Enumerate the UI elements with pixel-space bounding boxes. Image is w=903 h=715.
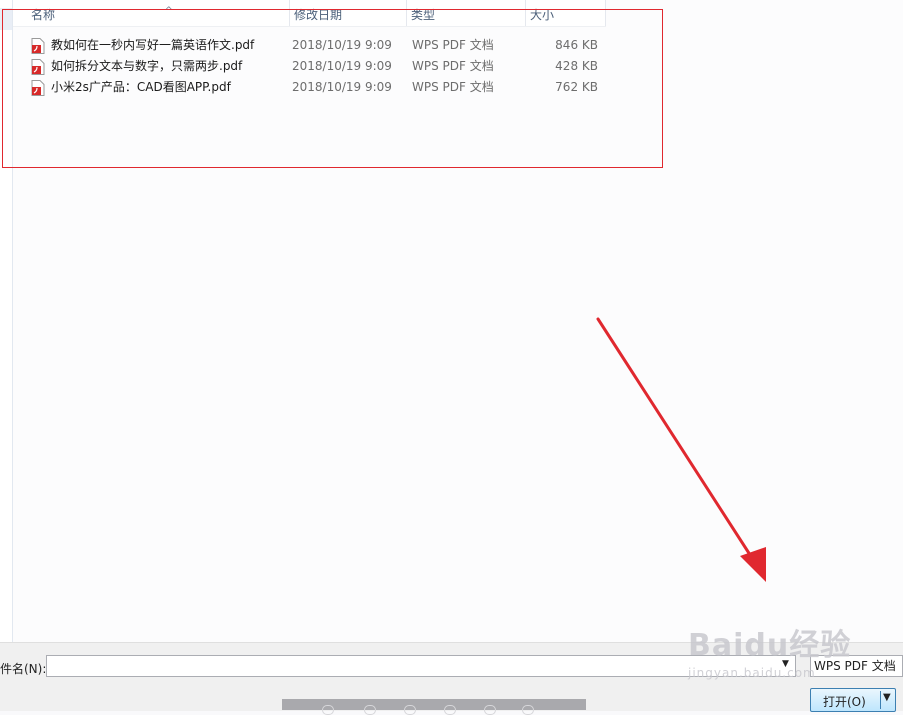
pdf-file-icon [31, 38, 45, 54]
column-name-label: 名称 [31, 8, 56, 22]
filename-input[interactable] [46, 655, 796, 677]
column-header-date[interactable]: 修改日期 [290, 0, 407, 26]
taskbar-fragment [282, 699, 586, 715]
taskbar-icon[interactable] [404, 705, 416, 715]
file-row[interactable]: 如何拆分文本与数字，只需两步.pdf 2018/10/19 9:09 WPS P… [13, 56, 606, 77]
column-header-row: 名称 ^ 修改日期 类型 大小 [13, 0, 606, 27]
file-date: 2018/10/19 9:09 [292, 80, 392, 94]
file-row[interactable]: 教如何在一秒内写好一篇英语作文.pdf 2018/10/19 9:09 WPS … [13, 35, 606, 56]
pdf-file-icon [31, 80, 45, 96]
open-button-divider [880, 691, 881, 709]
open-button[interactable]: 打开(O) ▼ [810, 688, 896, 712]
chevron-down-icon[interactable]: ▼ [782, 659, 789, 669]
filename-label: 件名(N): [0, 662, 47, 676]
open-button-label: 打开(O) [823, 695, 866, 709]
file-row[interactable]: 小米2s广产品：CAD看图APP.pdf 2018/10/19 9:09 WPS… [13, 77, 606, 98]
file-type: WPS PDF 文档 [412, 38, 494, 52]
file-name: 如何拆分文本与数字，只需两步.pdf [51, 59, 243, 73]
file-size: 846 KB [555, 38, 598, 52]
taskbar-icon[interactable] [484, 705, 496, 715]
taskbar-icon[interactable] [322, 705, 334, 715]
file-size: 428 KB [555, 59, 598, 73]
open-dropdown-icon[interactable]: ▼ [883, 692, 891, 703]
file-type: WPS PDF 文档 [412, 59, 494, 73]
file-list-pane[interactable]: 名称 ^ 修改日期 类型 大小 教如何在一秒内写好一篇英语作文.pdf 2018… [13, 0, 903, 642]
column-header-name[interactable]: 名称 ^ [27, 0, 290, 26]
file-name: 教如何在一秒内写好一篇英语作文.pdf [51, 38, 255, 52]
taskbar-icon[interactable] [364, 705, 376, 715]
sort-ascending-icon: ^ [165, 6, 173, 16]
file-date: 2018/10/19 9:09 [292, 59, 392, 73]
filetype-select[interactable]: WPS PDF 文档 [810, 655, 903, 677]
file-date: 2018/10/19 9:09 [292, 38, 392, 52]
taskbar-icon[interactable] [444, 705, 456, 715]
column-header-size[interactable]: 大小 [526, 0, 606, 26]
navigation-selected-item[interactable] [0, 8, 12, 30]
file-size: 762 KB [555, 80, 598, 94]
file-type: WPS PDF 文档 [412, 80, 494, 94]
file-name: 小米2s广产品：CAD看图APP.pdf [51, 80, 231, 94]
column-header-type[interactable]: 类型 [407, 0, 526, 26]
pdf-file-icon [31, 59, 45, 75]
navigation-pane[interactable] [0, 0, 13, 642]
taskbar-icon[interactable] [522, 705, 534, 715]
